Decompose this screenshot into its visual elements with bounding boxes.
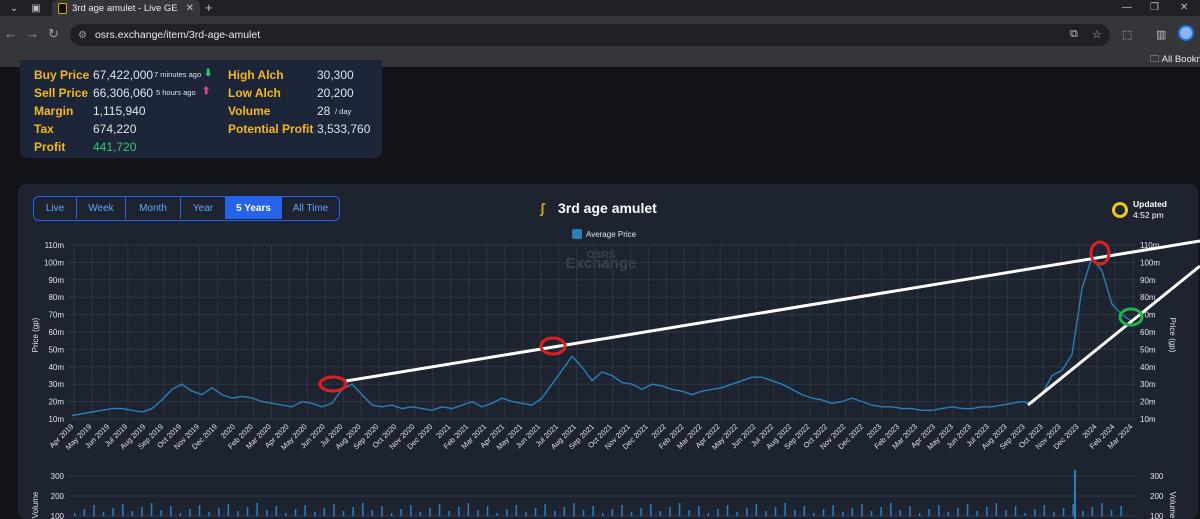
chart-legend[interactable]: Average Price: [572, 229, 636, 239]
all-bookmarks-folder[interactable]: 🗀 All Bookm: [1150, 52, 1200, 68]
chart-title: ʃ 3rd age amulet: [540, 200, 657, 216]
install-app-icon[interactable]: ⧉: [1070, 28, 1078, 41]
folder-icon: 🗀: [1150, 54, 1162, 65]
address-bar[interactable]: ⚙ osrs.exchange/item/3rd-age-amulet: [70, 24, 1110, 46]
updated-label: Updated: [1133, 199, 1167, 209]
range-live-button[interactable]: Live: [34, 197, 77, 219]
time-range-selector: Live Week Month Year 5 Years All Time: [33, 196, 340, 221]
legend-label: Average Price: [586, 229, 637, 239]
low-alch-value: 20,200: [317, 86, 354, 100]
refresh-ring-icon: [1112, 202, 1128, 218]
arrow-up-icon: ⬆: [202, 86, 211, 97]
site-info-icon[interactable]: ⚙: [78, 30, 87, 41]
site-favicon-icon: [58, 2, 67, 14]
buy-price-value: 67,422,000: [93, 68, 154, 82]
profit-label: Profit: [34, 140, 66, 154]
new-tab-icon[interactable]: +: [205, 0, 213, 16]
back-icon[interactable]: ←: [4, 26, 17, 42]
range-5-years-button[interactable]: 5 Years: [226, 197, 282, 219]
forward-icon[interactable]: →: [26, 26, 39, 42]
pinned-tab-icon[interactable]: ▣: [26, 0, 46, 16]
volume-value: 28: [317, 104, 331, 118]
url-text: osrs.exchange/item/3rd-age-amulet: [94, 29, 261, 41]
restore-icon[interactable]: ❐: [1150, 0, 1159, 16]
legend-swatch: [572, 229, 582, 239]
minimize-icon[interactable]: —: [1122, 0, 1132, 16]
margin-value: 1,115,940: [93, 104, 146, 118]
window-close-icon[interactable]: ✕: [1180, 0, 1188, 16]
updated-time: 4:52 pm: [1133, 210, 1164, 220]
browser-tab-active[interactable]: 3rd age amulet - Live GE Price C ✕: [52, 0, 200, 16]
tab-title: 3rd age amulet - Live GE Price C: [72, 2, 181, 14]
buy-price-label: Buy Price: [34, 68, 90, 82]
item-icon: ʃ: [540, 199, 545, 216]
sell-price-value: 66,306,060: [93, 86, 154, 100]
range-month-button[interactable]: Month: [126, 197, 181, 219]
all-bookmarks-label: All Bookm: [1161, 54, 1200, 65]
tab-list-icon[interactable]: ⌄: [4, 0, 24, 16]
side-panel-icon[interactable]: ▥: [1156, 28, 1166, 41]
range-week-button[interactable]: Week: [77, 197, 126, 219]
margin-label: Margin: [34, 104, 74, 118]
profit-value: 441,720: [93, 140, 137, 154]
volume-unit: / day: [335, 107, 352, 116]
arrow-down-icon: ⬇: [204, 68, 213, 79]
high-alch-label: High Alch: [228, 68, 284, 82]
range-year-button[interactable]: Year: [181, 197, 226, 219]
potential-profit-value: 3,533,760: [317, 122, 371, 136]
bookmark-star-icon[interactable]: ☆: [1092, 28, 1102, 41]
extensions-icon[interactable]: ⬚: [1122, 28, 1132, 41]
close-tab-icon[interactable]: ✕: [186, 3, 194, 14]
buy-price-time: 7 minutes ago: [154, 70, 202, 79]
range-all-time-button[interactable]: All Time: [282, 197, 339, 219]
chart-title-text: 3rd age amulet: [558, 200, 657, 216]
reload-icon[interactable]: ↻: [48, 26, 59, 42]
tax-label: Tax: [34, 122, 54, 136]
sell-price-label: Sell Price: [34, 86, 89, 100]
sell-price-time: 5 hours ago: [156, 88, 196, 97]
profile-avatar[interactable]: [1178, 25, 1194, 41]
potential-profit-label: Potential Profit: [228, 122, 314, 136]
volume-label: Volume: [228, 104, 271, 118]
tax-value: 674,220: [93, 122, 137, 136]
high-alch-value: 30,300: [317, 68, 354, 82]
low-alch-label: Low Alch: [228, 86, 281, 100]
